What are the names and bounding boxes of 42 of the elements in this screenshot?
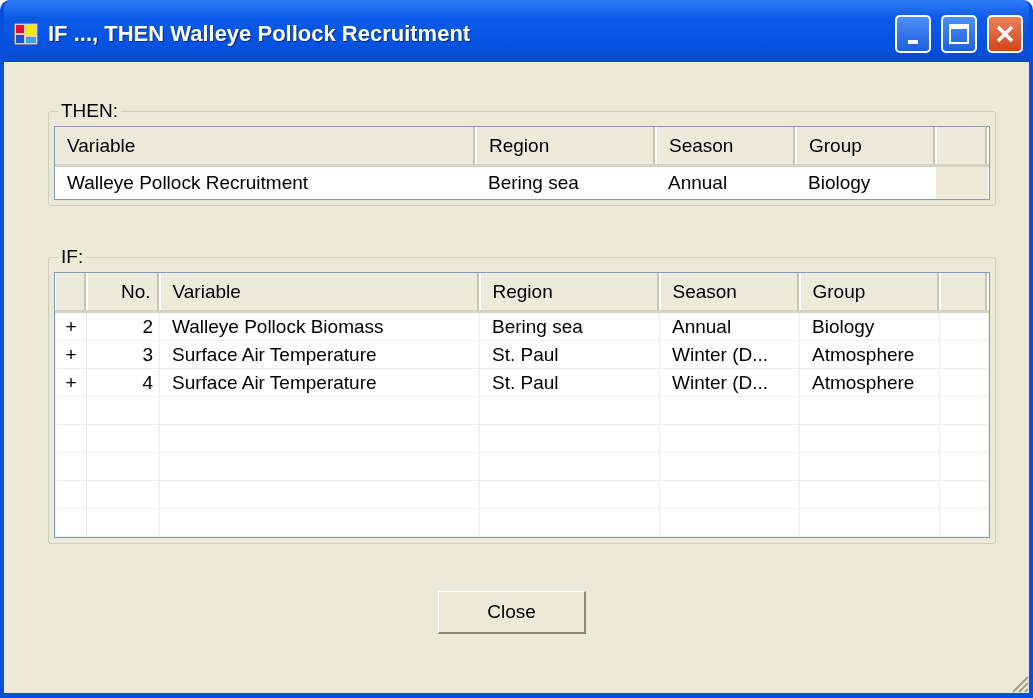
column-header[interactable]: Variable [159,273,480,312]
close-window-button[interactable] [987,15,1023,53]
expand-toggle[interactable]: + [55,340,87,369]
app-icon [14,23,38,45]
minimize-button[interactable] [895,15,931,53]
maximize-icon [948,23,970,45]
column-header[interactable]: Season [656,127,796,166]
table-cell: Surface Air Temperature [159,340,480,369]
table-cell: Atmosphere [799,340,940,369]
table-cell: Biology [796,165,936,199]
table-cell: Bering sea [479,311,660,341]
table-cell: Winter (D... [659,340,800,369]
close-icon [995,24,1015,44]
minimize-icon [908,40,918,44]
column-header[interactable]: Season [659,273,800,312]
table-cell: Atmosphere [799,368,940,397]
expand-toggle[interactable]: + [55,311,87,341]
close-button[interactable]: Close [438,591,586,634]
column-header[interactable]: Group [796,127,936,166]
table-cell: 2 [86,311,160,341]
table-cell: Walleye Pollock Biomass [159,311,480,341]
table-cell: 3 [86,340,160,369]
table-cell: Bering sea [476,165,656,199]
table-cell: Surface Air Temperature [159,368,480,397]
window-title: IF ..., THEN Walleye Pollock Recruitment [48,21,472,47]
column-header[interactable]: No. [86,273,160,312]
table-cell: Walleye Pollock Recruitment [55,165,476,199]
group-label: IF: [60,246,85,268]
group-label: THEN: [60,100,119,122]
table-cell: Biology [799,311,940,341]
table-cell: Annual [656,165,796,199]
table-cell: 4 [86,368,160,397]
expand-toggle[interactable]: + [55,368,87,397]
column-header[interactable]: Region [476,127,656,166]
maximize-button[interactable] [941,15,977,53]
column-header[interactable]: Variable [55,127,476,166]
table-cell: St. Paul [479,368,660,397]
column-header[interactable]: Region [479,273,660,312]
column-header[interactable]: Group [799,273,940,312]
table-cell: Annual [659,311,800,341]
table-cell: St. Paul [479,340,660,369]
table-cell: Winter (D... [659,368,800,397]
